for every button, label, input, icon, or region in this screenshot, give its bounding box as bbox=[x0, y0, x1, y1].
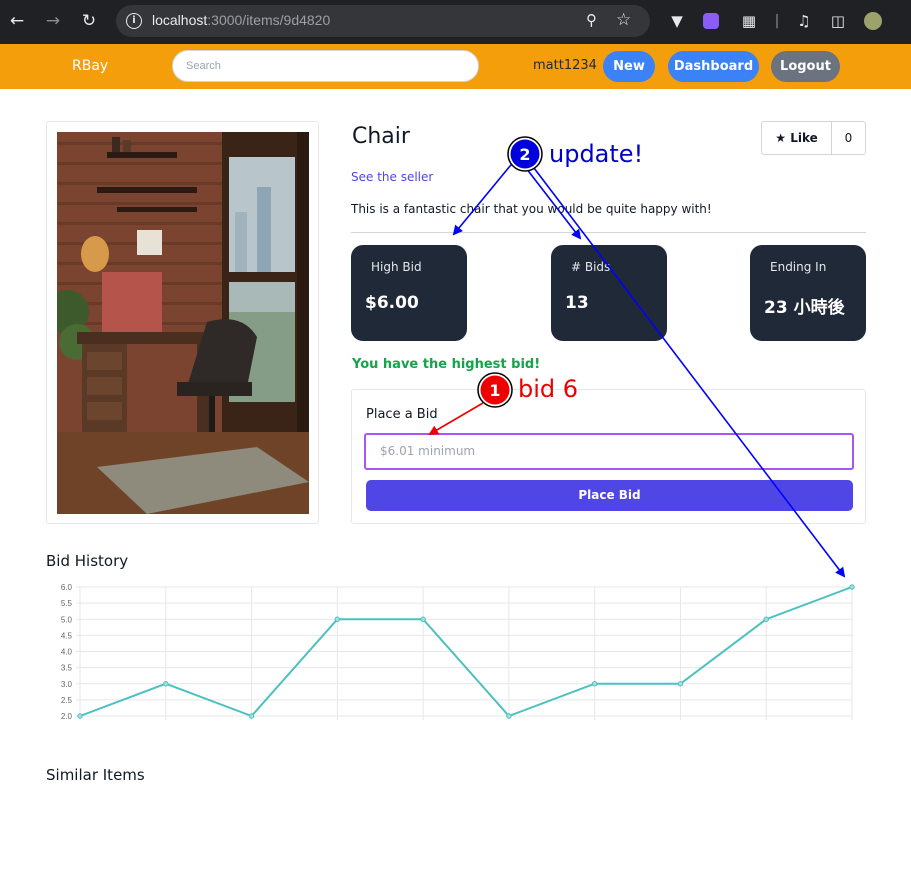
chart-data-point bbox=[77, 713, 83, 719]
chart-y-tick-label: 5.0 bbox=[61, 615, 73, 624]
profile-avatar-icon[interactable] bbox=[862, 10, 884, 32]
stat-ending-in: Ending In 23 小時後 bbox=[750, 245, 866, 341]
item-description: This is a fantastic chair that you would… bbox=[351, 202, 712, 216]
app-header: RBay Search matt1234 New Dashboard Logou… bbox=[0, 44, 911, 89]
chart-y-tick-label: 5.5 bbox=[61, 599, 73, 608]
chart-data-point bbox=[506, 713, 512, 719]
username-label: matt1234 bbox=[533, 58, 597, 73]
logout-button[interactable]: Logout bbox=[771, 51, 840, 82]
seller-link[interactable]: See the seller bbox=[351, 170, 433, 184]
toolbar-divider: | bbox=[774, 13, 780, 29]
page: ← → ↻ i localhost:3000/items/9d4820 ⚲ ☆ … bbox=[0, 0, 911, 877]
browser-toolbar: ← → ↻ i localhost:3000/items/9d4820 ⚲ ☆ … bbox=[0, 0, 911, 44]
extension-triangle-icon[interactable]: ▼ bbox=[666, 10, 688, 32]
bid-history-chart: 2.0 2.5 3.0 3.5 4.0 4.5 5.0 5.5 6.0 bbox=[61, 583, 855, 721]
dashboard-button[interactable]: Dashboard bbox=[668, 51, 759, 82]
chart-data-point bbox=[248, 713, 255, 719]
chart-y-tick-label: 4.0 bbox=[61, 648, 73, 657]
stat-high-bid: High Bid $6.00 bbox=[351, 245, 467, 341]
bid-history-heading: Bid History bbox=[46, 552, 129, 570]
zoom-icon[interactable]: ⚲ bbox=[586, 11, 606, 31]
stat-label: High Bid bbox=[371, 260, 422, 274]
extension-shield-icon[interactable] bbox=[700, 10, 722, 32]
url-text[interactable]: localhost:3000/items/9d4820 bbox=[152, 12, 330, 28]
highest-bid-message: You have the highest bid! bbox=[352, 357, 541, 372]
bid-form: Place a Bid $6.01 minimum Place Bid bbox=[351, 389, 866, 524]
forward-icon[interactable]: → bbox=[42, 10, 64, 32]
item-photo bbox=[57, 132, 309, 514]
brand-logo[interactable]: RBay bbox=[72, 58, 108, 74]
side-panel-icon[interactable]: ◫ bbox=[827, 10, 849, 32]
item-title: Chair bbox=[352, 124, 410, 149]
extensions-puzzle-icon[interactable]: ▦ bbox=[738, 10, 760, 32]
chart-y-tick-label: 3.0 bbox=[61, 680, 73, 689]
chart-data-point bbox=[163, 681, 169, 687]
chart-data-point bbox=[334, 616, 341, 622]
stat-value: $6.00 bbox=[365, 293, 419, 313]
bid-form-label: Place a Bid bbox=[366, 407, 438, 422]
stat-value: 13 bbox=[565, 293, 589, 313]
annotation-arrow bbox=[452, 159, 516, 236]
like-count: 0 bbox=[844, 131, 853, 145]
similar-items-heading: Similar Items bbox=[46, 766, 145, 784]
chart-data-point bbox=[763, 616, 769, 622]
stat-value: 23 小時後 bbox=[764, 298, 845, 318]
media-control-icon[interactable]: ♫ bbox=[793, 10, 815, 32]
annotation-label-update: update! bbox=[549, 140, 643, 168]
annotation-number: 2 bbox=[519, 145, 530, 164]
like-group: ★ Like 0 bbox=[761, 121, 866, 155]
stat-bid-count: # Bids 13 bbox=[551, 245, 667, 341]
stat-label: # Bids bbox=[571, 260, 611, 274]
chart-y-tick-label: 2.0 bbox=[61, 712, 73, 721]
chart-data-point bbox=[849, 584, 855, 590]
annotation-badge-ring bbox=[507, 136, 543, 172]
divider bbox=[351, 232, 866, 233]
annotation-badge-2 bbox=[510, 139, 540, 169]
star-icon: ★ bbox=[775, 131, 786, 145]
item-image-card bbox=[46, 121, 319, 524]
chart-y-tick-label: 2.5 bbox=[61, 696, 73, 705]
site-info-icon[interactable]: i bbox=[126, 13, 142, 29]
chart-y-tick-label: 3.5 bbox=[61, 664, 73, 673]
back-icon[interactable]: ← bbox=[6, 10, 28, 32]
bookmark-star-icon[interactable]: ☆ bbox=[616, 10, 636, 30]
stat-label: Ending In bbox=[770, 260, 827, 274]
chart-y-tick-label: 4.5 bbox=[61, 631, 73, 640]
chart-data-point bbox=[420, 616, 426, 622]
bid-amount-input[interactable]: $6.01 minimum bbox=[364, 433, 854, 470]
new-button[interactable]: New bbox=[603, 51, 655, 82]
reload-icon[interactable]: ↻ bbox=[78, 10, 100, 32]
chart-data-point bbox=[591, 681, 598, 687]
like-button[interactable]: ★ Like bbox=[762, 122, 832, 154]
chart-y-tick-label: 6.0 bbox=[61, 583, 73, 592]
address-bar[interactable]: i localhost:3000/items/9d4820 ⚲ ☆ bbox=[116, 5, 650, 37]
search-input[interactable]: Search bbox=[172, 50, 479, 82]
chart-data-point bbox=[677, 681, 684, 687]
place-bid-button[interactable]: Place Bid bbox=[366, 480, 853, 511]
